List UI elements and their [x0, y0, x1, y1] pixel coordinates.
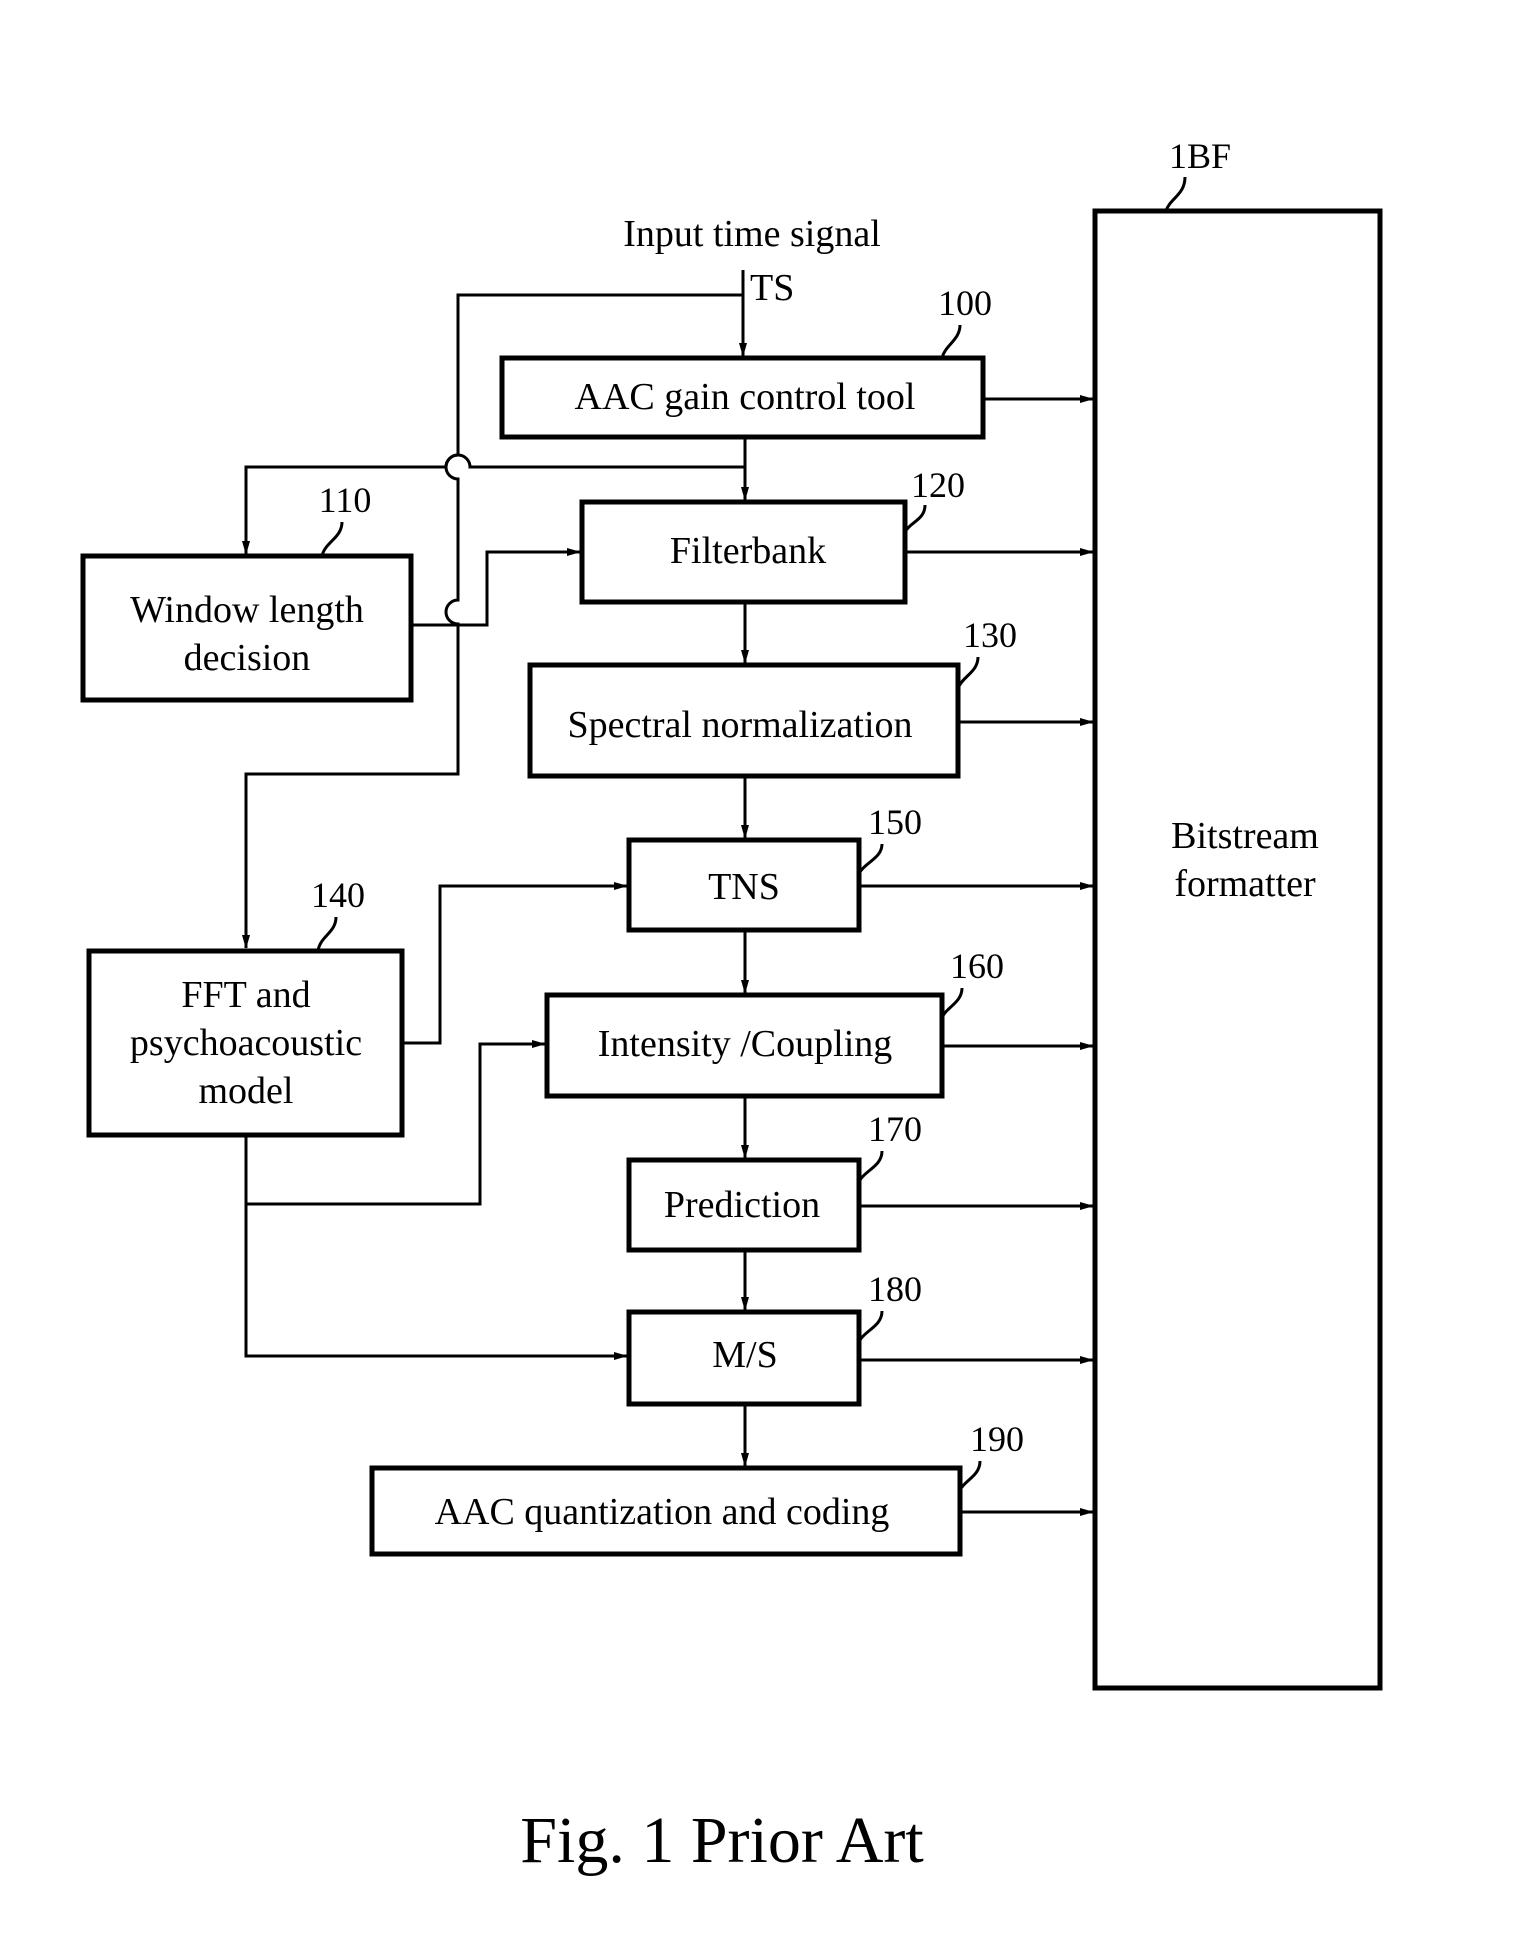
ms-label: M/S [712, 1334, 777, 1376]
ts-label: TS [750, 267, 794, 309]
leader-1bf [1164, 176, 1187, 212]
ref-190: 190 [970, 1419, 1024, 1459]
ref-160: 160 [950, 946, 1004, 986]
leader-150 [858, 843, 884, 873]
window-length-line1: Window length [130, 589, 364, 631]
tns-label: TNS [708, 866, 780, 908]
bitstream-line2: formatter [1174, 863, 1316, 905]
leader-130 [956, 656, 980, 689]
ref-1bf: 1BF [1169, 136, 1231, 176]
arrow-140-180 [244, 1204, 628, 1360]
ref-180: 180 [868, 1269, 922, 1309]
arrow-110-120 [411, 548, 581, 627]
ref-110: 110 [319, 480, 372, 520]
figure-caption: Fig. 1 Prior Art [520, 1804, 923, 1877]
ref-120: 120 [911, 465, 965, 505]
leader-180 [858, 1310, 884, 1341]
leader-100 [940, 324, 962, 359]
window-length-line2: decision [184, 637, 311, 679]
prediction-label: Prediction [664, 1184, 820, 1226]
leader-170 [858, 1150, 884, 1181]
spectral-normalization-label: Spectral normalization [567, 704, 912, 746]
leader-120 [903, 504, 927, 533]
leader-160 [940, 987, 964, 1019]
filterbank-label: Filterbank [670, 530, 826, 572]
ref-130: 130 [963, 615, 1017, 655]
gain-control-label: AAC gain control tool [575, 376, 916, 418]
quantization-coding-label: AAC quantization and coding [435, 1491, 890, 1533]
intensity-coupling-label: Intensity /Coupling [598, 1023, 893, 1065]
ref-100: 100 [938, 283, 992, 323]
block-diagram: Input time signal TS AAC gain control to… [80, 136, 1383, 1877]
leader-140 [316, 916, 338, 952]
fft-line1: FFT and [181, 974, 310, 1016]
ref-140: 140 [311, 875, 365, 915]
fft-line3: model [199, 1070, 294, 1112]
leader-190 [958, 1460, 982, 1491]
ref-170: 170 [868, 1109, 922, 1149]
input-label: Input time signal [623, 213, 881, 255]
bitstream-formatter-box [1092, 208, 1383, 1691]
fft-line2: psychoacoustic [130, 1022, 362, 1064]
leader-110 [320, 521, 344, 557]
ref-150: 150 [868, 802, 922, 842]
bitstream-line1: Bitstream [1171, 815, 1319, 857]
